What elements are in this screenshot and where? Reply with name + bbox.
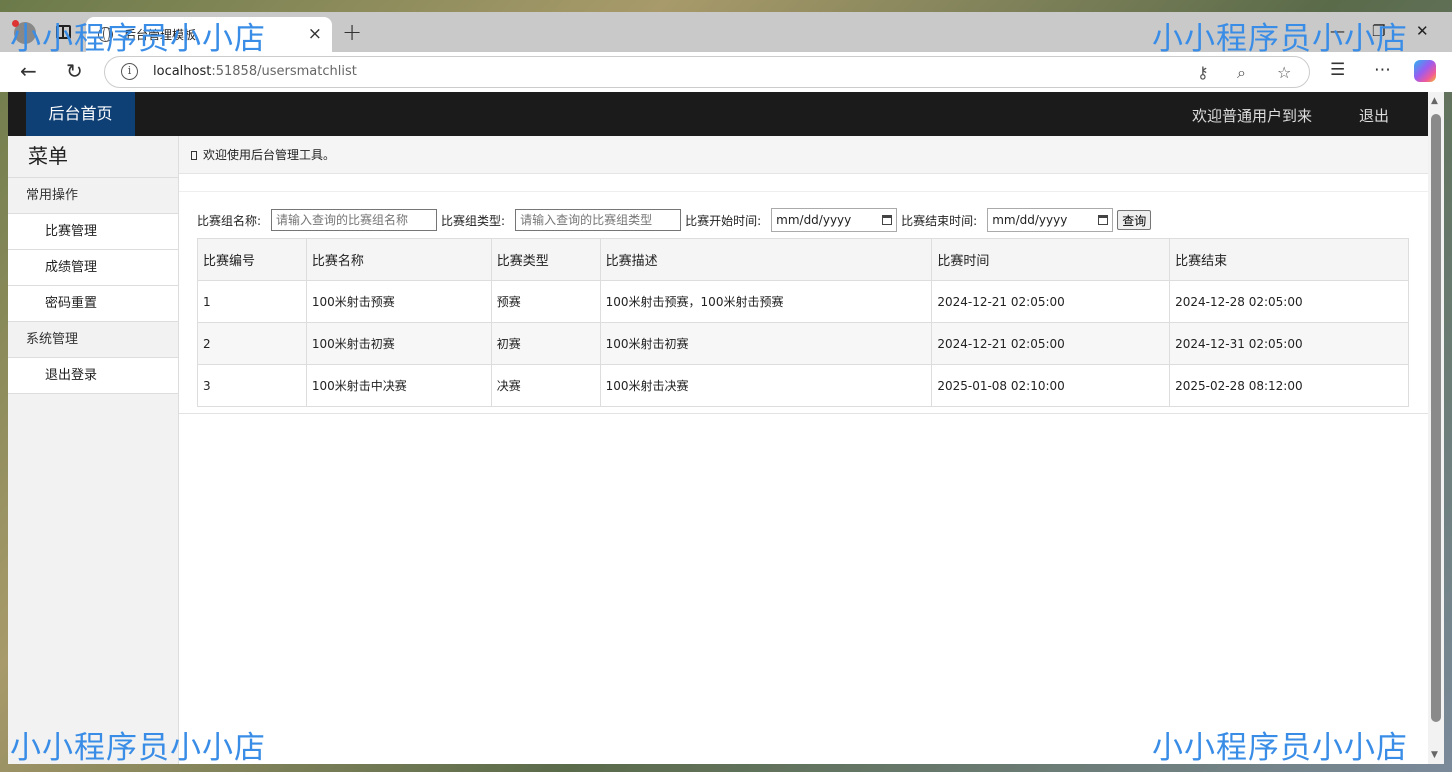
cell-desc: 100米射击预赛，100米射击预赛 bbox=[599, 280, 933, 323]
main-content: 欢迎使用后台管理工具。 比赛组名称: 比赛组类型: 比赛开始时间: mm/dd/… bbox=[179, 136, 1428, 764]
key-icon[interactable]: ⚷ bbox=[1197, 63, 1209, 82]
cell-time: 2024-12-21 02:05:00 bbox=[931, 322, 1171, 365]
cell-time: 2024-12-21 02:05:00 bbox=[931, 280, 1171, 323]
globe-icon bbox=[98, 27, 113, 42]
square-icon bbox=[191, 151, 197, 160]
welcome-user-text: 欢迎普通用户到来 bbox=[1192, 107, 1313, 125]
tab-title: 后台管理模板 bbox=[124, 28, 197, 42]
name-filter-label: 比赛组名称: bbox=[197, 213, 262, 228]
cell-name: 100米射击预赛 bbox=[305, 280, 492, 323]
match-table: 比赛编号 比赛名称 比赛类型 比赛描述 比赛时间 比赛结束 1 100米射击预赛… bbox=[197, 238, 1409, 407]
scrollbar-thumb[interactable] bbox=[1431, 114, 1441, 722]
sidebar-item-logout[interactable]: 退出登录 bbox=[8, 358, 178, 394]
cell-type: 初赛 bbox=[490, 322, 601, 365]
more-menu-icon[interactable]: ⋯ bbox=[1374, 60, 1391, 80]
url-field[interactable]: i localhost:51858/usersmatchlist ⚷ ⌕ ☆ bbox=[104, 56, 1310, 88]
cell-name: 100米射击初赛 bbox=[305, 322, 492, 365]
site-info-icon[interactable]: i bbox=[121, 63, 138, 80]
search-filters: 比赛组名称: 比赛组类型: 比赛开始时间: mm/dd/yyyy 比赛结束时间:… bbox=[197, 208, 1152, 232]
match-list-panel: 比赛组名称: 比赛组类型: 比赛开始时间: mm/dd/yyyy 比赛结束时间:… bbox=[179, 192, 1428, 414]
zoom-icon[interactable]: ⌕ bbox=[1237, 63, 1246, 83]
menu-title: 菜单 bbox=[8, 136, 178, 178]
end-date-label: 比赛结束时间: bbox=[901, 213, 978, 228]
cell-id: 2 bbox=[197, 322, 307, 365]
maximize-icon[interactable]: ❐ bbox=[1372, 22, 1385, 40]
col-header-name: 比赛名称 bbox=[305, 238, 492, 281]
address-bar: ← ↻ i localhost:51858/usersmatchlist ⚷ ⌕… bbox=[0, 52, 1452, 92]
cell-end: 2024-12-28 02:05:00 bbox=[1169, 280, 1409, 323]
cell-type: 决赛 bbox=[490, 364, 601, 407]
sidebar-menu: 菜单 常用操作 比赛管理 成绩管理 密码重置 系统管理 退出登录 bbox=[8, 136, 179, 764]
tab-close-icon[interactable]: × bbox=[308, 24, 322, 44]
browser-tab[interactable]: 后台管理模板 × bbox=[86, 17, 332, 52]
browser-tab-bar: 后台管理模板 × + — ❐ ✕ bbox=[0, 12, 1452, 52]
cell-desc: 100米射击决赛 bbox=[599, 364, 933, 407]
favorite-star-icon[interactable]: ☆ bbox=[1277, 63, 1291, 82]
logout-link[interactable]: 退出 bbox=[1359, 105, 1389, 126]
match-group-name-input[interactable] bbox=[271, 209, 438, 231]
scroll-down-icon[interactable]: ▼ bbox=[1431, 750, 1438, 760]
cell-time: 2025-01-08 02:10:00 bbox=[931, 364, 1171, 407]
reload-icon[interactable]: ↻ bbox=[66, 59, 83, 83]
welcome-bar: 欢迎使用后台管理工具。 bbox=[179, 136, 1428, 174]
match-group-type-input[interactable] bbox=[515, 209, 682, 231]
admin-home-link[interactable]: 后台首页 bbox=[26, 92, 135, 136]
web-page: 后台首页 欢迎普通用户到来 退出 菜单 常用操作 比赛管理 成绩管理 密码重置 … bbox=[8, 92, 1428, 764]
calendar-icon[interactable] bbox=[1098, 215, 1109, 225]
table-row: 2 100米射击初赛 初赛 100米射击初赛 2024-12-21 02:05:… bbox=[197, 322, 1409, 365]
sidebar-group-system[interactable]: 系统管理 bbox=[8, 322, 178, 358]
cell-end: 2025-02-28 08:12:00 bbox=[1169, 364, 1409, 407]
table-row: 1 100米射击预赛 预赛 100米射击预赛，100米射击预赛 2024-12-… bbox=[197, 280, 1409, 323]
start-date-input[interactable]: mm/dd/yyyy bbox=[771, 208, 898, 232]
sidebar-item-match-manage[interactable]: 比赛管理 bbox=[8, 214, 178, 250]
table-row: 3 100米射击中决赛 决赛 100米射击决赛 2025-01-08 02:10… bbox=[197, 364, 1409, 407]
sidebar-toggle-icon[interactable] bbox=[56, 25, 71, 39]
table-header-row: 比赛编号 比赛名称 比赛类型 比赛描述 比赛时间 比赛结束 bbox=[197, 238, 1409, 281]
cell-id: 3 bbox=[197, 364, 307, 407]
copilot-icon[interactable] bbox=[1414, 60, 1436, 82]
col-header-desc: 比赛描述 bbox=[599, 238, 933, 281]
type-filter-label: 比赛组类型: bbox=[441, 213, 506, 228]
search-button[interactable]: 查询 bbox=[1117, 210, 1152, 230]
start-date-label: 比赛开始时间: bbox=[685, 213, 762, 228]
col-header-type: 比赛类型 bbox=[490, 238, 601, 281]
sidebar-item-score-manage[interactable]: 成绩管理 bbox=[8, 250, 178, 286]
cell-desc: 100米射击初赛 bbox=[599, 322, 933, 365]
sidebar-item-password-reset[interactable]: 密码重置 bbox=[8, 286, 178, 322]
back-arrow-icon[interactable]: ← bbox=[20, 59, 37, 83]
col-header-time: 比赛时间 bbox=[931, 238, 1171, 281]
sidebar-group-common[interactable]: 常用操作 bbox=[8, 178, 178, 214]
favorites-list-icon[interactable]: ☰ bbox=[1330, 60, 1345, 80]
cell-name: 100米射击中决赛 bbox=[305, 364, 492, 407]
profile-avatar-icon[interactable] bbox=[12, 20, 36, 44]
url-text: localhost:51858/usersmatchlist bbox=[153, 64, 357, 79]
page-scrollbar[interactable]: ▲ ▼ bbox=[1428, 92, 1444, 764]
cell-type: 预赛 bbox=[490, 280, 601, 323]
cell-id: 1 bbox=[197, 280, 307, 323]
col-header-id: 比赛编号 bbox=[197, 238, 307, 281]
col-header-end: 比赛结束 bbox=[1169, 238, 1409, 281]
new-tab-icon[interactable]: + bbox=[342, 18, 362, 46]
minimize-icon[interactable]: — bbox=[1330, 22, 1345, 40]
top-navbar: 后台首页 欢迎普通用户到来 退出 bbox=[8, 92, 1428, 136]
cell-end: 2024-12-31 02:05:00 bbox=[1169, 322, 1409, 365]
window-close-icon[interactable]: ✕ bbox=[1416, 22, 1429, 40]
welcome-message: 欢迎使用后台管理工具。 bbox=[203, 148, 336, 162]
end-date-input[interactable]: mm/dd/yyyy bbox=[987, 208, 1114, 232]
calendar-icon[interactable] bbox=[882, 215, 893, 225]
scroll-up-icon[interactable]: ▲ bbox=[1431, 96, 1438, 106]
